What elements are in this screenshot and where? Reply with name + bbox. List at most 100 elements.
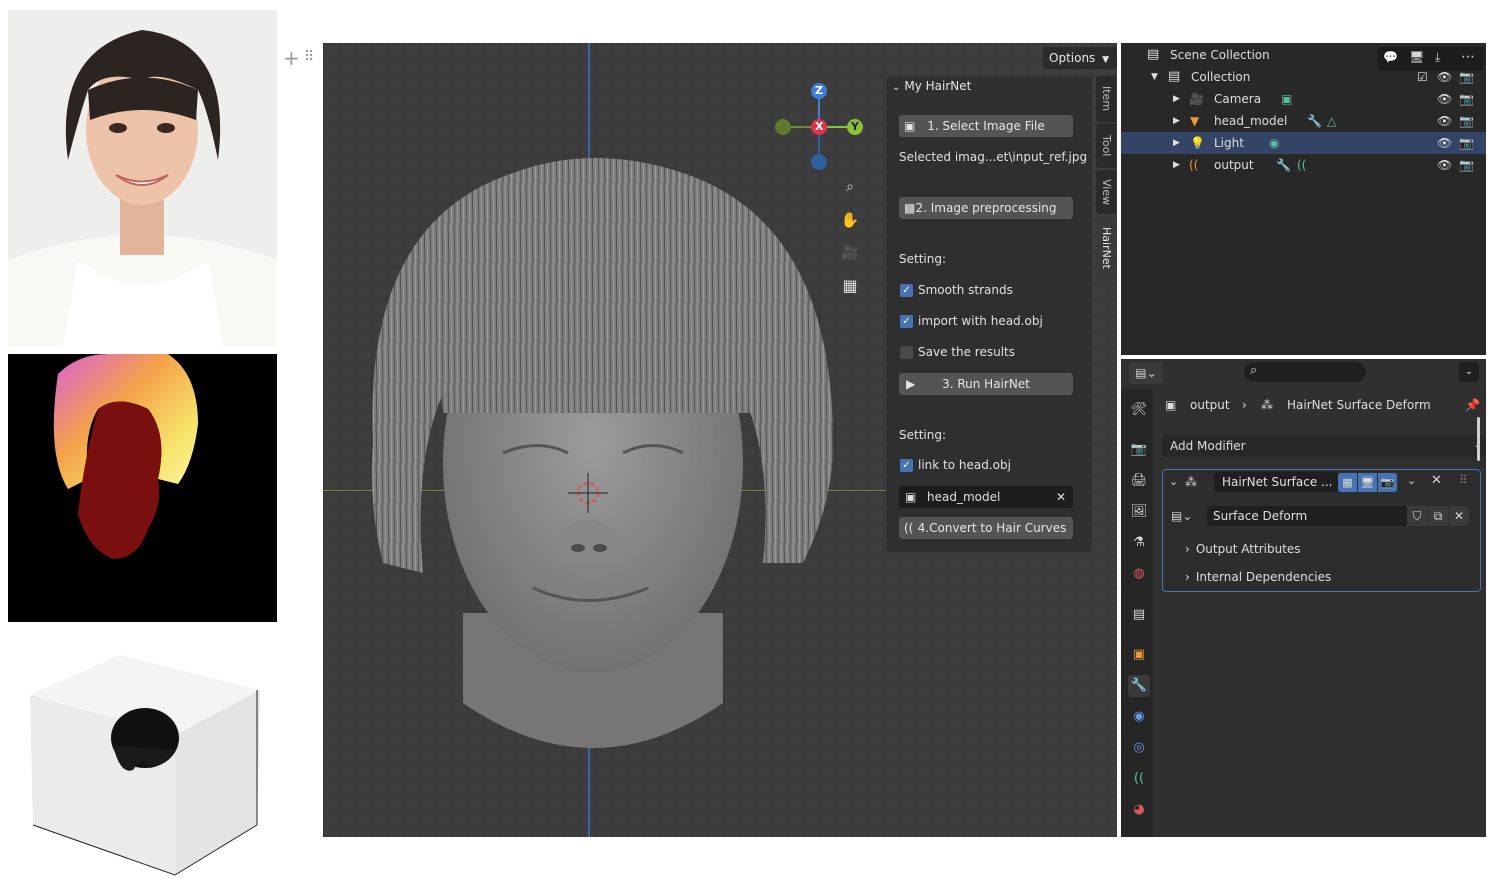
unlink-icon[interactable]: ✕ bbox=[1449, 506, 1469, 526]
modifier-menu-icon[interactable]: ⌄ bbox=[1407, 474, 1416, 487]
camera-data-icon: ▣ bbox=[1281, 92, 1293, 106]
chevron-down-icon: ⌄ bbox=[892, 82, 901, 93]
options-dropdown-small[interactable]: ⌄ bbox=[1459, 362, 1479, 382]
pin-icon[interactable]: 📌 bbox=[1465, 398, 1480, 412]
image-preprocessing-button[interactable]: ▩ 2. Image preprocessing bbox=[899, 197, 1073, 219]
preprocess-label: 2. Image preprocessing bbox=[915, 201, 1057, 215]
comment-icon[interactable]: 💬 bbox=[1383, 50, 1398, 64]
screen-icon[interactable]: 🖥 bbox=[1409, 50, 1424, 64]
gizmo-x-label: X bbox=[815, 120, 824, 133]
select-image-button[interactable]: ▣ 1. Select Image File bbox=[899, 115, 1073, 137]
tool-tab-icon[interactable]: 🛠 bbox=[1128, 399, 1150, 421]
remove-modifier-icon[interactable]: ✕ bbox=[1431, 473, 1442, 488]
eye-icon[interactable]: 👁 bbox=[1437, 154, 1452, 176]
modifier-name-field[interactable]: HairNet Surface ... bbox=[1214, 472, 1338, 492]
grid-view-icon[interactable]: ▦ bbox=[838, 274, 862, 298]
properties-search-input[interactable]: ⌕ bbox=[1244, 362, 1366, 382]
3d-cursor-icon bbox=[568, 473, 608, 513]
object-tab-icon[interactable]: ▣ bbox=[1128, 644, 1150, 666]
geometry-nodes-icon: ⁂ bbox=[1185, 475, 1197, 489]
world-tab-icon[interactable]: ◍ bbox=[1128, 563, 1150, 585]
expand-arrow-icon[interactable]: ▶ bbox=[1173, 110, 1180, 132]
material-tab-icon[interactable]: ◕ bbox=[1128, 799, 1150, 821]
duplicate-icon[interactable]: ⧉ bbox=[1428, 506, 1448, 526]
output-attributes-subpanel[interactable]: › Output Attributes bbox=[1185, 542, 1301, 556]
add-icon[interactable]: + bbox=[283, 46, 300, 70]
camera-view-icon[interactable]: 🎥 bbox=[838, 241, 862, 265]
pan-hand-icon[interactable]: ✋ bbox=[838, 208, 862, 232]
tab-tool[interactable]: Tool bbox=[1096, 124, 1116, 168]
drag-handle-icon[interactable]: ⠿ bbox=[304, 49, 314, 65]
render-icon[interactable]: 📷 bbox=[1459, 88, 1474, 110]
checkbox-checked-icon: ✓ bbox=[900, 459, 913, 472]
chevron-right-icon: › bbox=[1185, 570, 1190, 584]
properties-scrollbar[interactable] bbox=[1477, 417, 1480, 461]
add-modifier-dropdown[interactable]: Add Modifier ⌄ bbox=[1162, 435, 1486, 457]
run-hairnet-button[interactable]: ▶ 3. Run HairNet bbox=[899, 373, 1073, 395]
editor-type-dropdown[interactable]: ▤⌄ bbox=[1129, 362, 1163, 384]
physics-tab-icon[interactable]: ◎ bbox=[1128, 737, 1150, 759]
render-icon[interactable]: 📷 bbox=[1459, 132, 1474, 154]
tab-hairnet[interactable]: HairNet bbox=[1096, 216, 1116, 280]
data-tab-icon[interactable]: (( bbox=[1128, 768, 1150, 790]
eye-icon[interactable]: 👁 bbox=[1437, 132, 1452, 154]
options-dropdown[interactable]: Options ▼ bbox=[1043, 47, 1117, 69]
node-group-field[interactable]: Surface Deform bbox=[1207, 506, 1409, 526]
eye-icon[interactable]: 👁 bbox=[1437, 88, 1452, 110]
head-field-value: head_model bbox=[927, 490, 1001, 504]
selected-image-text: Selected imag...et\input_ref.jpg bbox=[899, 150, 1088, 164]
modifier-tab-icon[interactable]: 🔧 bbox=[1128, 675, 1150, 697]
convert-hair-curves-button[interactable]: (( 4.Convert to Hair Curves bbox=[899, 517, 1073, 539]
eye-icon[interactable]: 👁 bbox=[1437, 110, 1452, 132]
download-icon[interactable]: ⤓ bbox=[1435, 50, 1440, 65]
edit-mode-toggle-icon[interactable]: ▦ bbox=[1338, 473, 1357, 492]
collection-tab-icon[interactable]: ▤ bbox=[1128, 604, 1150, 626]
mesh-icon: ▼ bbox=[1190, 114, 1200, 128]
expand-arrow-icon[interactable]: ▶ bbox=[1173, 154, 1180, 176]
view-layer-tab-icon[interactable]: 🖼 bbox=[1128, 501, 1150, 523]
output-label: output bbox=[1214, 158, 1254, 172]
expand-arrow-icon[interactable]: ▼ bbox=[1151, 66, 1158, 88]
save-results-label: Save the results bbox=[918, 345, 1015, 359]
clear-icon[interactable]: ✕ bbox=[1056, 486, 1066, 508]
collection-icon: ▤ bbox=[1147, 47, 1160, 62]
node-group-browse[interactable]: ▤⌄ bbox=[1171, 506, 1201, 526]
tab-view[interactable]: View bbox=[1096, 170, 1116, 214]
expand-arrow-icon[interactable]: ▶ bbox=[1173, 132, 1180, 154]
checkbox-checked-icon: ✓ bbox=[900, 284, 913, 297]
drag-handle-icon[interactable]: ⠿ bbox=[1459, 473, 1468, 487]
smooth-strands-checkbox[interactable]: ✓ Smooth strands bbox=[900, 283, 1013, 297]
head-object-field[interactable]: ▣ head_model ✕ bbox=[899, 486, 1073, 508]
head-hair-model bbox=[371, 158, 833, 748]
outliner-item-camera[interactable]: ▶ 🎥 Camera ▣ 👁 📷 bbox=[1121, 88, 1486, 110]
particles-tab-icon[interactable]: ◉ bbox=[1128, 706, 1150, 728]
more-options-icon[interactable]: ⋯ bbox=[1461, 49, 1475, 65]
zoom-icon[interactable]: ⌕ bbox=[838, 175, 862, 199]
run-hairnet-label: 3. Run HairNet bbox=[942, 377, 1030, 391]
smooth-strands-label: Smooth strands bbox=[918, 283, 1013, 297]
save-results-checkbox[interactable]: Save the results bbox=[900, 345, 1015, 359]
scene-tab-icon[interactable]: ⚗ bbox=[1128, 532, 1150, 554]
internal-dependencies-subpanel[interactable]: › Internal Dependencies bbox=[1185, 570, 1331, 584]
gizmo-y-label: Y bbox=[851, 120, 859, 133]
link-head-checkbox[interactable]: ✓ link to head.obj bbox=[900, 458, 1011, 472]
outliner-item-light[interactable]: ▶ 💡 Light ◉ 👁 📷 bbox=[1121, 132, 1486, 154]
render-tab-icon[interactable]: 📷 bbox=[1128, 439, 1150, 461]
expand-arrow-icon[interactable]: ▶ bbox=[1173, 88, 1180, 110]
collection-icon: ▤ bbox=[1168, 69, 1181, 84]
render-icon[interactable]: 📷 bbox=[1459, 154, 1474, 176]
fake-user-icon[interactable]: ⛉ bbox=[1407, 506, 1427, 526]
convert-label: 4.Convert to Hair Curves bbox=[917, 521, 1067, 535]
link-head-label: link to head.obj bbox=[918, 458, 1011, 472]
render-toggle-icon[interactable]: 📷 bbox=[1378, 473, 1397, 492]
panel-header[interactable]: ⌄ My HairNet bbox=[892, 79, 971, 93]
render-icon[interactable]: 📷 bbox=[1459, 110, 1474, 132]
tab-item[interactable]: Item bbox=[1096, 76, 1116, 122]
import-head-checkbox[interactable]: ✓ import with head.obj bbox=[900, 314, 1043, 328]
scene-collection-label: Scene Collection bbox=[1170, 48, 1270, 62]
viewport-toggle-icon[interactable]: 🖥 bbox=[1358, 473, 1377, 492]
output-tab-icon[interactable]: 🖨 bbox=[1128, 470, 1150, 492]
outliner-item-output[interactable]: ▶ (( output 🔧 (( 👁 📷 bbox=[1121, 154, 1486, 176]
select-image-label: 1. Select Image File bbox=[927, 119, 1045, 133]
outliner-item-head-model[interactable]: ▶ ▼ head_model 🔧 △ 👁 📷 bbox=[1121, 110, 1486, 132]
